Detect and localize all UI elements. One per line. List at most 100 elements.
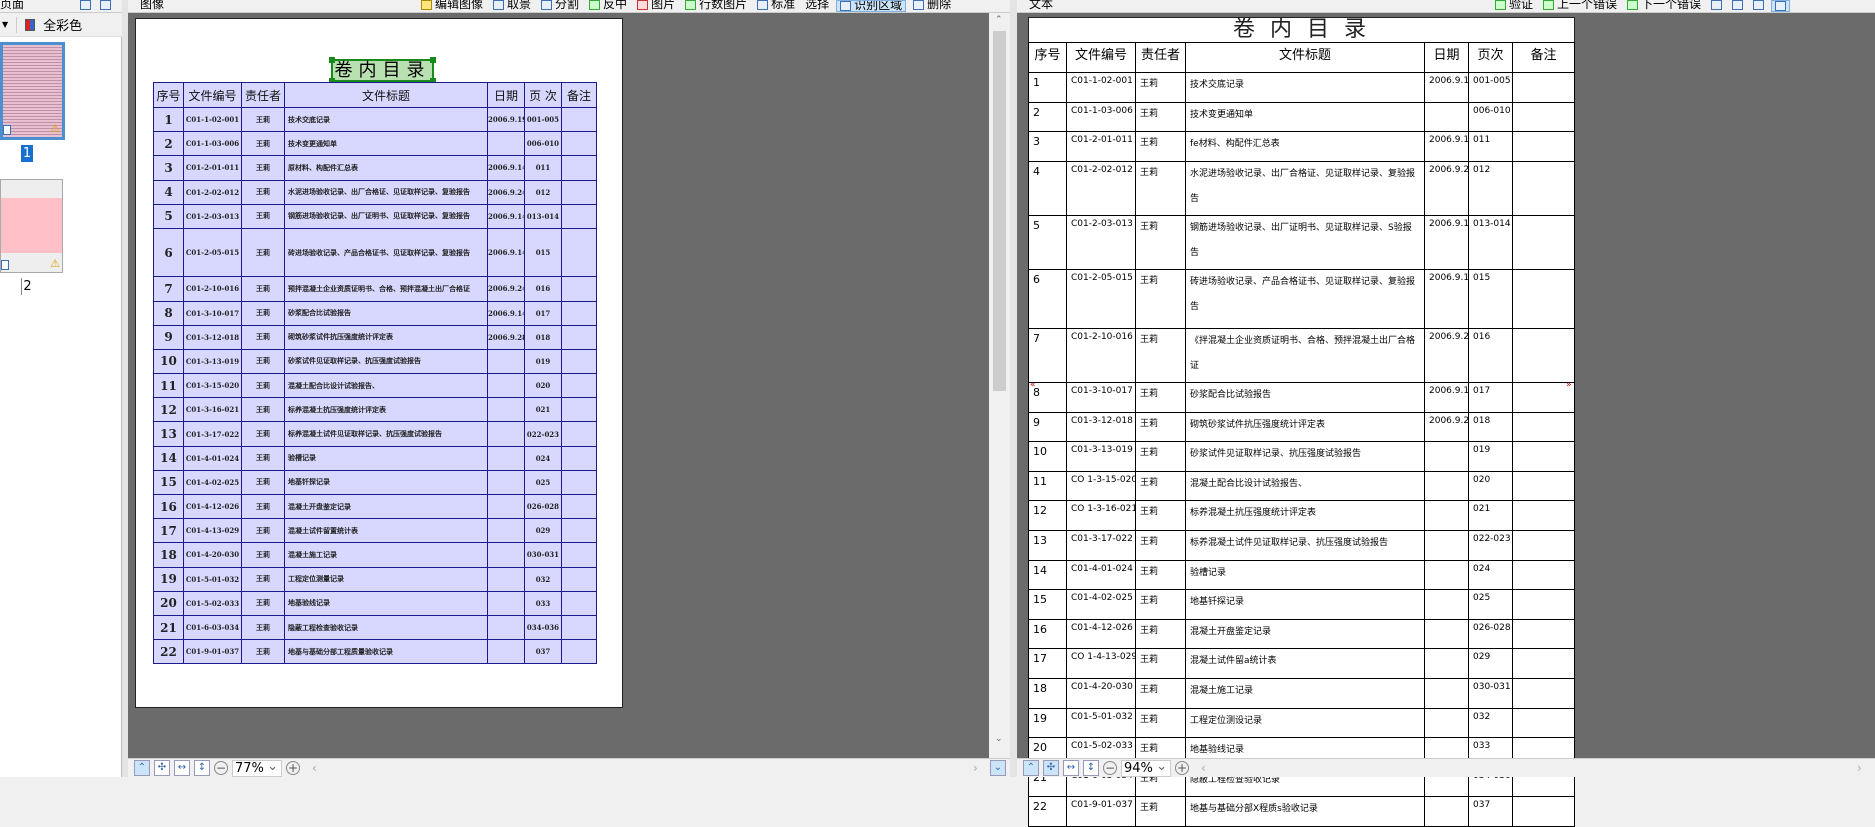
cell-date[interactable]: 2006.9.14 (1424, 268, 1469, 329)
cell-responsible[interactable]: 王莉 (1135, 381, 1186, 413)
cell-pages[interactable]: 019 (1468, 441, 1513, 472)
chevron-down-icon[interactable]: ▼ (2, 20, 8, 29)
page-label-2[interactable]: 2 (21, 278, 33, 295)
cell-file-title[interactable]: 标养混凝土试件见证取样记录、抗压强度试验报告 (1185, 529, 1425, 561)
cell-seq[interactable]: 2 (1028, 101, 1067, 133)
cell-file-number[interactable]: C01-3-12-018 (1066, 411, 1136, 443)
cell-date[interactable]: 2006.9.14 (1424, 381, 1469, 413)
cell-remarks[interactable] (1512, 677, 1575, 709)
cell-file-number[interactable]: C01-2-03-013 (1066, 214, 1136, 270)
cell-file-number[interactable]: CO 1-3-16-021 (1066, 500, 1136, 531)
dropdown-icon[interactable] (100, 0, 111, 10)
cell-seq[interactable]: 16 (1028, 618, 1067, 650)
cell-file-number[interactable]: C01-4-01-024 (1066, 559, 1136, 591)
cell-file-title[interactable]: 技术交底记录 (1185, 72, 1425, 103)
cell-date[interactable] (1424, 470, 1469, 502)
split-button[interactable]: 分割 (538, 0, 582, 12)
cell-file-number[interactable]: CO 1-3-15-020 (1066, 470, 1136, 502)
zoom-out-icon[interactable]: − (1103, 761, 1117, 775)
cell-seq[interactable]: 13 (1028, 529, 1067, 561)
cell-file-number[interactable]: C01-2-02-012 (1066, 160, 1136, 216)
scroll-left-icon[interactable]: ‹ (1201, 761, 1206, 775)
cell-seq[interactable]: 18 (1028, 677, 1067, 709)
cell-seq[interactable]: 1 (1028, 72, 1067, 103)
cell-file-title[interactable]: 《拌混凝土企业资质证明书、合格、预拌混凝土出厂合格证 (1185, 327, 1425, 383)
cell-file-title[interactable]: 混凝土施工记录 (1185, 677, 1425, 709)
cell-remarks[interactable] (1512, 589, 1575, 620)
cell-pages[interactable]: 026-028 (1468, 618, 1513, 650)
cell-file-number[interactable]: CO 1-4-13-029 (1066, 648, 1136, 679)
cell-file-title[interactable]: fe材料、构配件汇总表 (1185, 131, 1425, 162)
cell-file-title[interactable]: 混凝土试件留a统计表 (1185, 648, 1425, 679)
cut-icon[interactable] (1708, 0, 1725, 12)
cell-date[interactable]: 2006.9.14 (1424, 131, 1469, 162)
cell-date[interactable]: 2006.9.24 (1424, 160, 1469, 216)
scroll-right-icon[interactable]: › (1857, 761, 1862, 775)
cell-file-title[interactable]: 水泥进场验收记录、出厂合格证、见证取样记录、复验报告 (1185, 160, 1425, 216)
cell-remarks[interactable] (1512, 411, 1575, 443)
cell-file-number[interactable]: C01-9-01-037 (1066, 796, 1136, 827)
cell-file-number[interactable]: C01-4-02-025 (1066, 589, 1136, 620)
cell-file-title[interactable]: 砂浆配合比试验报告 (1185, 381, 1425, 413)
crop-button[interactable]: 取景 (490, 0, 534, 12)
cell-seq[interactable]: 4 (1028, 160, 1067, 216)
collapse-up-icon[interactable]: ⌃ (1023, 760, 1039, 776)
cell-responsible[interactable]: 王莉 (1135, 160, 1186, 216)
cell-pages[interactable]: 017 (1468, 381, 1513, 413)
cell-remarks[interactable] (1512, 214, 1575, 270)
cell-date[interactable] (1424, 559, 1469, 591)
cell-file-number[interactable]: C01-4-20-030 (1066, 677, 1136, 709)
splitter-middle[interactable] (1010, 0, 1017, 777)
scroll-right-icon[interactable]: › (973, 761, 978, 775)
cell-file-title[interactable]: 砂浆试件见证取样记录、抗压强度试验报告 (1185, 441, 1425, 472)
cell-responsible[interactable]: 王莉 (1135, 500, 1186, 531)
cell-file-title[interactable]: 地基与基础分部X程质s验收记录 (1185, 796, 1425, 827)
cell-seq[interactable]: 12 (1028, 500, 1067, 531)
cell-seq[interactable]: 3 (1028, 131, 1067, 162)
color-mode-label[interactable]: 全彩色 (43, 15, 82, 34)
fit-height-icon[interactable]: ↕ (194, 760, 210, 776)
table-area-button[interactable]: 行数图片 (682, 0, 750, 12)
cell-seq[interactable]: 11 (1028, 470, 1067, 502)
color-mode-icon[interactable] (25, 18, 36, 31)
cell-date[interactable]: 2006.9.28 (1424, 411, 1469, 443)
cell-file-number[interactable]: C01-5-01-032 (1066, 707, 1136, 739)
cell-remarks[interactable] (1512, 470, 1575, 502)
cell-seq[interactable]: 5 (1028, 214, 1067, 270)
cell-date[interactable] (1424, 796, 1469, 827)
cell-seq[interactable]: 7 (1028, 327, 1067, 383)
cell-seq[interactable]: 15 (1028, 589, 1067, 620)
cell-remarks[interactable] (1512, 618, 1575, 650)
cell-responsible[interactable]: 王莉 (1135, 72, 1186, 103)
fit-width-icon[interactable]: ↔ (174, 760, 190, 776)
cell-pages[interactable]: 001-005 (1468, 72, 1513, 103)
cell-responsible[interactable]: 王莉 (1135, 648, 1186, 679)
cell-responsible[interactable]: 王莉 (1135, 618, 1186, 650)
edit-image-button[interactable]: 编辑图像 (418, 0, 486, 12)
zoom-in-icon[interactable]: + (286, 761, 300, 775)
cell-file-title[interactable]: 混凝土配合比设计试验报告、 (1185, 470, 1425, 502)
cell-responsible[interactable]: 王莉 (1135, 589, 1186, 620)
cell-file-title[interactable]: 砌筑砂浆试件抗压强度统计评定表 (1185, 411, 1425, 443)
cell-remarks[interactable] (1512, 796, 1575, 827)
doc-title-region[interactable]: 卷内目录 (329, 57, 436, 84)
fit-page-icon[interactable]: ✣ (1043, 760, 1059, 776)
cell-responsible[interactable]: 王莉 (1135, 559, 1186, 591)
cell-pages[interactable]: 024 (1468, 559, 1513, 591)
cell-file-title[interactable]: 砖进场验收记录、产品合格证书、见证取样记录、复验报 告 (1185, 268, 1425, 329)
cell-seq[interactable]: 6 (1028, 268, 1067, 329)
cell-remarks[interactable] (1512, 441, 1575, 472)
delete-button[interactable]: 删除 (910, 0, 954, 12)
cell-remarks[interactable] (1512, 131, 1575, 162)
cell-pages[interactable]: 025 (1468, 589, 1513, 620)
page-icon[interactable] (80, 0, 91, 10)
cell-responsible[interactable]: 王莉 (1135, 796, 1186, 827)
page-thumbnail-1[interactable]: ⚠ (0, 42, 65, 140)
cell-remarks[interactable] (1512, 72, 1575, 103)
cell-file-title[interactable]: 混凝土开盘鉴定记录 (1185, 618, 1425, 650)
cell-remarks[interactable] (1512, 327, 1575, 383)
cell-responsible[interactable]: 王莉 (1135, 327, 1186, 383)
cell-pages[interactable]: 037 (1468, 796, 1513, 827)
cell-seq[interactable]: 17 (1028, 648, 1067, 679)
cell-file-number[interactable]: C01-1-03-006 (1066, 101, 1136, 133)
